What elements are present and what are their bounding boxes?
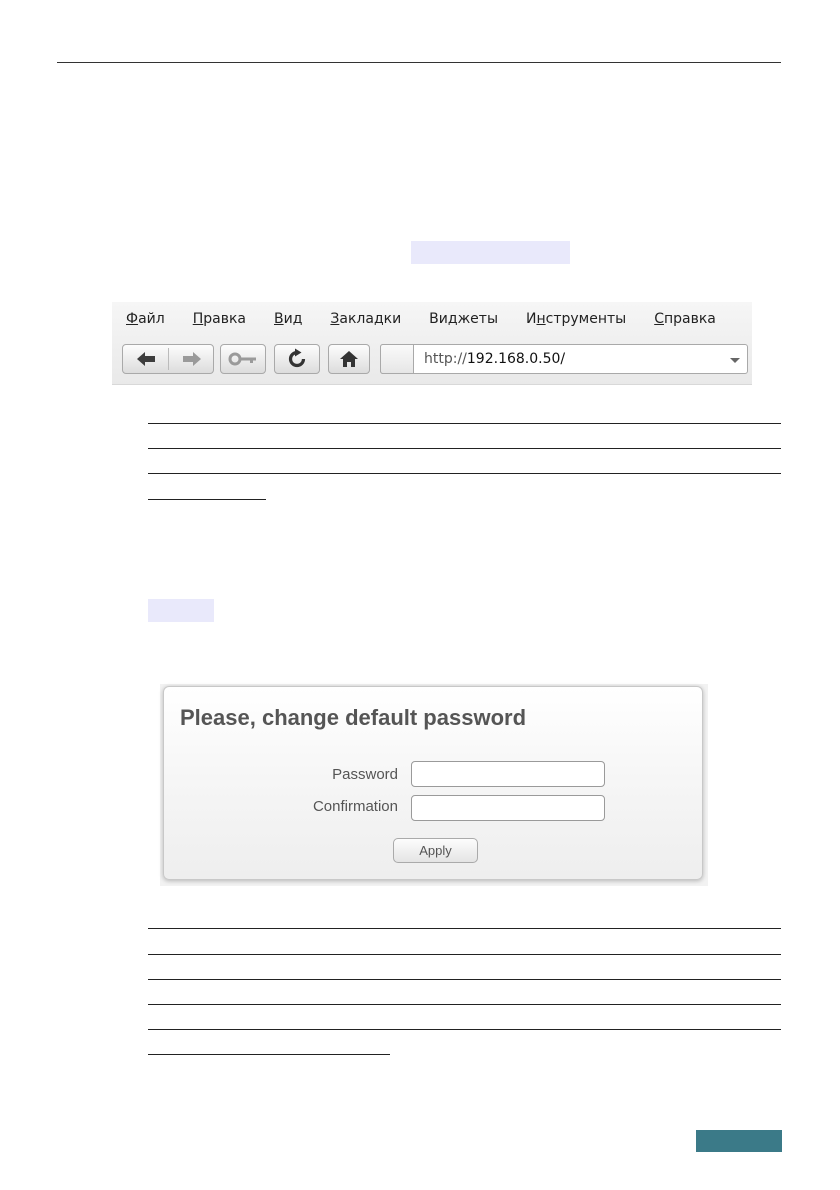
- browser-toolbar: http://192.168.0.50/: [112, 342, 752, 378]
- dropdown-arrow-icon[interactable]: [730, 358, 740, 363]
- confirmation-field[interactable]: [411, 795, 605, 821]
- menu-item[interactable]: Файл: [112, 311, 179, 327]
- header-rule: [57, 62, 781, 63]
- url-text[interactable]: http://192.168.0.50/: [424, 351, 565, 367]
- apply-button[interactable]: Apply: [393, 838, 478, 863]
- text-line: [148, 499, 266, 500]
- text-line: [148, 954, 781, 955]
- text-line: [148, 473, 781, 474]
- browser-menubar: Файл Правка Вид Закладки Виджеты Инструменты С…: [112, 302, 752, 336]
- back-forward-group: [122, 344, 214, 374]
- dialog-title: Please, change default password: [180, 705, 527, 730]
- menu-item[interactable]: Инструменты: [512, 311, 640, 327]
- highlighted-text-block: [148, 599, 214, 622]
- forward-arrow-icon[interactable]: [169, 345, 214, 373]
- site-identity-icon[interactable]: [380, 344, 414, 374]
- password-field[interactable]: [411, 761, 605, 787]
- text-line: [148, 1004, 781, 1005]
- text-line: [148, 448, 781, 449]
- back-arrow-icon[interactable]: [123, 345, 168, 373]
- text-line: [148, 423, 781, 424]
- password-label: Password: [332, 766, 398, 783]
- text-line: [148, 979, 781, 980]
- reload-icon[interactable]: [274, 344, 320, 374]
- text-line: [148, 928, 781, 929]
- browser-chrome: Файл Правка Вид Закладки Виджеты Инструменты С…: [112, 302, 752, 385]
- highlighted-text-block: [411, 241, 570, 264]
- menu-item[interactable]: Вид: [260, 311, 316, 327]
- confirmation-label: Confirmation: [312, 798, 398, 815]
- dialog-screenshot: Please, change default password Password…: [160, 684, 708, 886]
- text-line: [148, 1029, 781, 1030]
- key-icon[interactable]: [220, 344, 266, 374]
- page-number-badge: [696, 1130, 782, 1152]
- home-icon[interactable]: [328, 344, 370, 374]
- menu-item[interactable]: Виджеты: [415, 311, 512, 327]
- menu-item[interactable]: Закладки: [316, 311, 415, 327]
- menu-item[interactable]: Справка: [640, 311, 730, 327]
- text-line: [148, 1054, 390, 1055]
- change-password-dialog: Please, change default password Password…: [163, 686, 703, 880]
- menu-item[interactable]: Правка: [179, 311, 260, 327]
